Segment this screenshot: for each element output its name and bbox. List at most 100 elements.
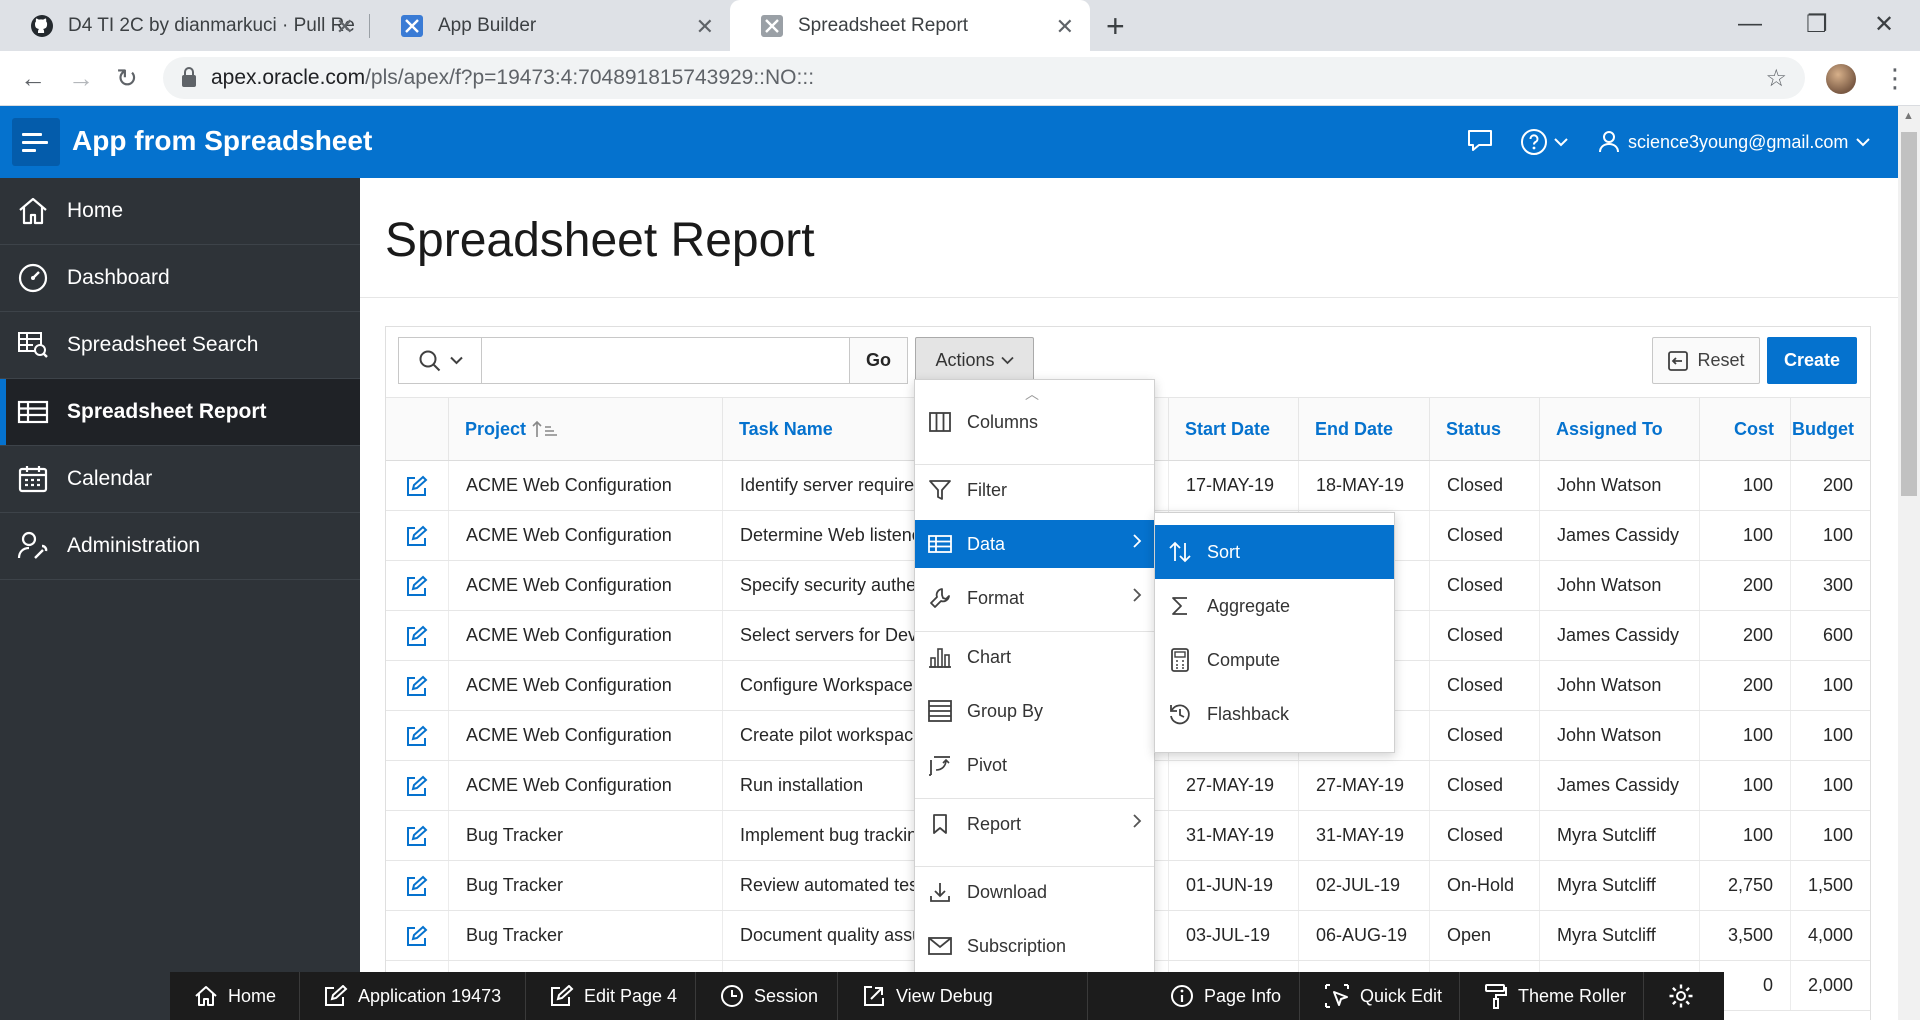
chevron-down-icon	[1000, 356, 1014, 365]
close-tab-icon[interactable]: ✕	[696, 14, 714, 40]
sidebar-item-home[interactable]: Home	[0, 178, 360, 245]
edit-row-icon[interactable]	[386, 611, 448, 660]
browser-tab-strip: D4 TI 2C by dianmarkuci · Pull Re ✕ App …	[0, 0, 1920, 51]
edit-row-icon[interactable]	[386, 461, 448, 510]
menu-item-label: Compute	[1207, 649, 1281, 670]
column-header-cost[interactable]: Cost	[1699, 398, 1790, 460]
address-bar[interactable]: apex.oracle.com/pls/apex/f?p=19473:4:704…	[163, 57, 1805, 99]
app-title[interactable]: App from Spreadsheet	[72, 125, 372, 157]
cell-project: Bug Tracker	[448, 911, 722, 960]
edit-row-icon[interactable]	[386, 911, 448, 960]
reset-button[interactable]: Reset	[1652, 337, 1760, 384]
edit-row-icon[interactable]	[386, 711, 448, 760]
cell-task-name: Select servers for Deve	[722, 611, 917, 660]
menu-item-group-by[interactable]: Group By	[915, 687, 1154, 735]
cell-budget: 1,500	[1790, 861, 1870, 910]
menu-item-data[interactable]: Data	[915, 520, 1154, 568]
menu-item-sort[interactable]: Sort	[1155, 525, 1394, 579]
forward-icon[interactable]: →	[68, 63, 94, 94]
sidebar-item-spreadsheet-report[interactable]: Spreadsheet Report	[0, 379, 360, 446]
menu-item-pivot[interactable]: Pivot	[915, 741, 1154, 789]
minimize-icon[interactable]: —	[1738, 10, 1762, 38]
actions-button[interactable]: Actions	[915, 337, 1034, 384]
paint-roller-icon	[1485, 984, 1507, 1009]
edit-row-icon[interactable]	[386, 861, 448, 910]
edit-row-icon[interactable]	[386, 761, 448, 810]
new-tab-button[interactable]: +	[1106, 8, 1125, 45]
column-header-task-name[interactable]: Task Name	[722, 398, 917, 460]
go-button[interactable]: Go	[849, 338, 907, 383]
menu-separator	[915, 464, 1154, 465]
dev-settings-button[interactable]	[1644, 972, 1724, 1020]
dev-page-info-button[interactable]: Page Info	[1146, 972, 1300, 1020]
restore-icon[interactable]: ❐	[1806, 10, 1828, 39]
feedback-icon[interactable]	[1466, 128, 1494, 159]
user-email: science3young@gmail.com	[1628, 131, 1849, 152]
column-header-status[interactable]: Status	[1429, 398, 1539, 460]
window-close-icon[interactable]: ✕	[1874, 10, 1894, 39]
search-column-selector[interactable]	[399, 338, 482, 383]
user-menu[interactable]: science3young@gmail.com	[1598, 130, 1871, 154]
menu-item-filter[interactable]: Filter	[915, 466, 1154, 514]
cell-status: On-Hold	[1429, 861, 1539, 910]
page-scrollbar[interactable]: ▲	[1898, 106, 1920, 1020]
menu-item-report[interactable]: Report	[915, 800, 1154, 848]
cell-status: Closed	[1429, 761, 1539, 810]
sidebar-item-dashboard[interactable]: Dashboard	[0, 245, 360, 312]
reload-icon[interactable]: ↻	[116, 63, 138, 94]
dev-session-button[interactable]: Session	[696, 972, 838, 1020]
cell-task-name: Implement bug tracking	[722, 811, 917, 860]
column-header-start-date[interactable]: Start Date	[1168, 398, 1298, 460]
menu-item-subscription[interactable]: Subscription	[915, 922, 1154, 970]
edit-row-icon[interactable]	[386, 561, 448, 610]
browser-tab-spreadsheet-report[interactable]: Spreadsheet Report ✕	[730, 0, 1090, 51]
back-icon[interactable]: ←	[20, 63, 46, 94]
dev-theme-roller-button[interactable]: Theme Roller	[1460, 972, 1644, 1020]
cell-start-date: 03-JUL-19	[1168, 911, 1298, 960]
sidebar-item-label: Spreadsheet Report	[67, 400, 267, 423]
cell-project: ACME Web Configuration	[448, 511, 722, 560]
menu-item-columns[interactable]: Columns	[915, 398, 1154, 446]
dev-quick-edit-button[interactable]: Quick Edit	[1300, 972, 1460, 1020]
menu-item-format[interactable]: Format	[915, 574, 1154, 622]
bookmark-star-icon[interactable]: ☆	[1765, 64, 1787, 93]
sidebar-item-spreadsheet-search[interactable]: Spreadsheet Search	[0, 312, 360, 379]
scrollbar-thumb[interactable]	[1901, 132, 1917, 496]
dev-application-button[interactable]: Application 19473	[300, 972, 526, 1020]
cell-task-name: Document quality assu	[722, 911, 917, 960]
dev-edit-page-button[interactable]: Edit Page 4	[526, 972, 696, 1020]
chevron-right-icon	[1133, 588, 1142, 602]
cell-status: Open	[1429, 911, 1539, 960]
dev-home-button[interactable]: Home	[170, 972, 300, 1020]
menu-item-chart[interactable]: Chart	[915, 633, 1154, 681]
cell-assigned-to: John Watson	[1539, 461, 1699, 510]
edit-row-icon[interactable]	[386, 811, 448, 860]
close-tab-icon[interactable]: ✕	[336, 14, 354, 40]
browser-tab-github[interactable]: D4 TI 2C by dianmarkuci · Pull Re ✕	[0, 0, 370, 51]
browser-menu-icon[interactable]: ⋮	[1882, 63, 1908, 94]
scroll-up-arrow[interactable]: ▲	[1903, 110, 1914, 122]
column-header-end-date[interactable]: End Date	[1298, 398, 1429, 460]
menu-item-flashback[interactable]: Flashback	[1155, 687, 1394, 741]
search-input[interactable]	[483, 338, 849, 383]
edit-row-icon[interactable]	[386, 661, 448, 710]
column-header-assigned-to[interactable]: Assigned To	[1539, 398, 1699, 460]
help-menu[interactable]	[1520, 128, 1568, 156]
browser-tab-app-builder[interactable]: App Builder ✕	[370, 0, 730, 51]
close-tab-icon[interactable]: ✕	[1056, 14, 1074, 40]
column-header-budget[interactable]: Budget	[1790, 398, 1870, 460]
edit-row-icon[interactable]	[386, 511, 448, 560]
sidebar-item-administration[interactable]: Administration	[0, 513, 360, 580]
menu-item-download[interactable]: Download	[915, 868, 1154, 916]
menu-item-aggregate[interactable]: Aggregate	[1155, 579, 1394, 633]
cell-end-date: 18-MAY-19	[1298, 461, 1429, 510]
menu-item-compute[interactable]: Compute	[1155, 633, 1394, 687]
column-header-project[interactable]: Project	[448, 398, 722, 460]
dev-view-debug-button[interactable]: View Debug	[838, 972, 1088, 1020]
create-button[interactable]: Create	[1767, 337, 1857, 384]
nav-toggle-button[interactable]	[12, 118, 60, 166]
sidebar-item-label: Administration	[67, 534, 201, 557]
sidebar-item-calendar[interactable]: Calendar	[0, 446, 360, 513]
profile-avatar[interactable]	[1826, 64, 1856, 94]
cell-assigned-to: John Watson	[1539, 711, 1699, 760]
